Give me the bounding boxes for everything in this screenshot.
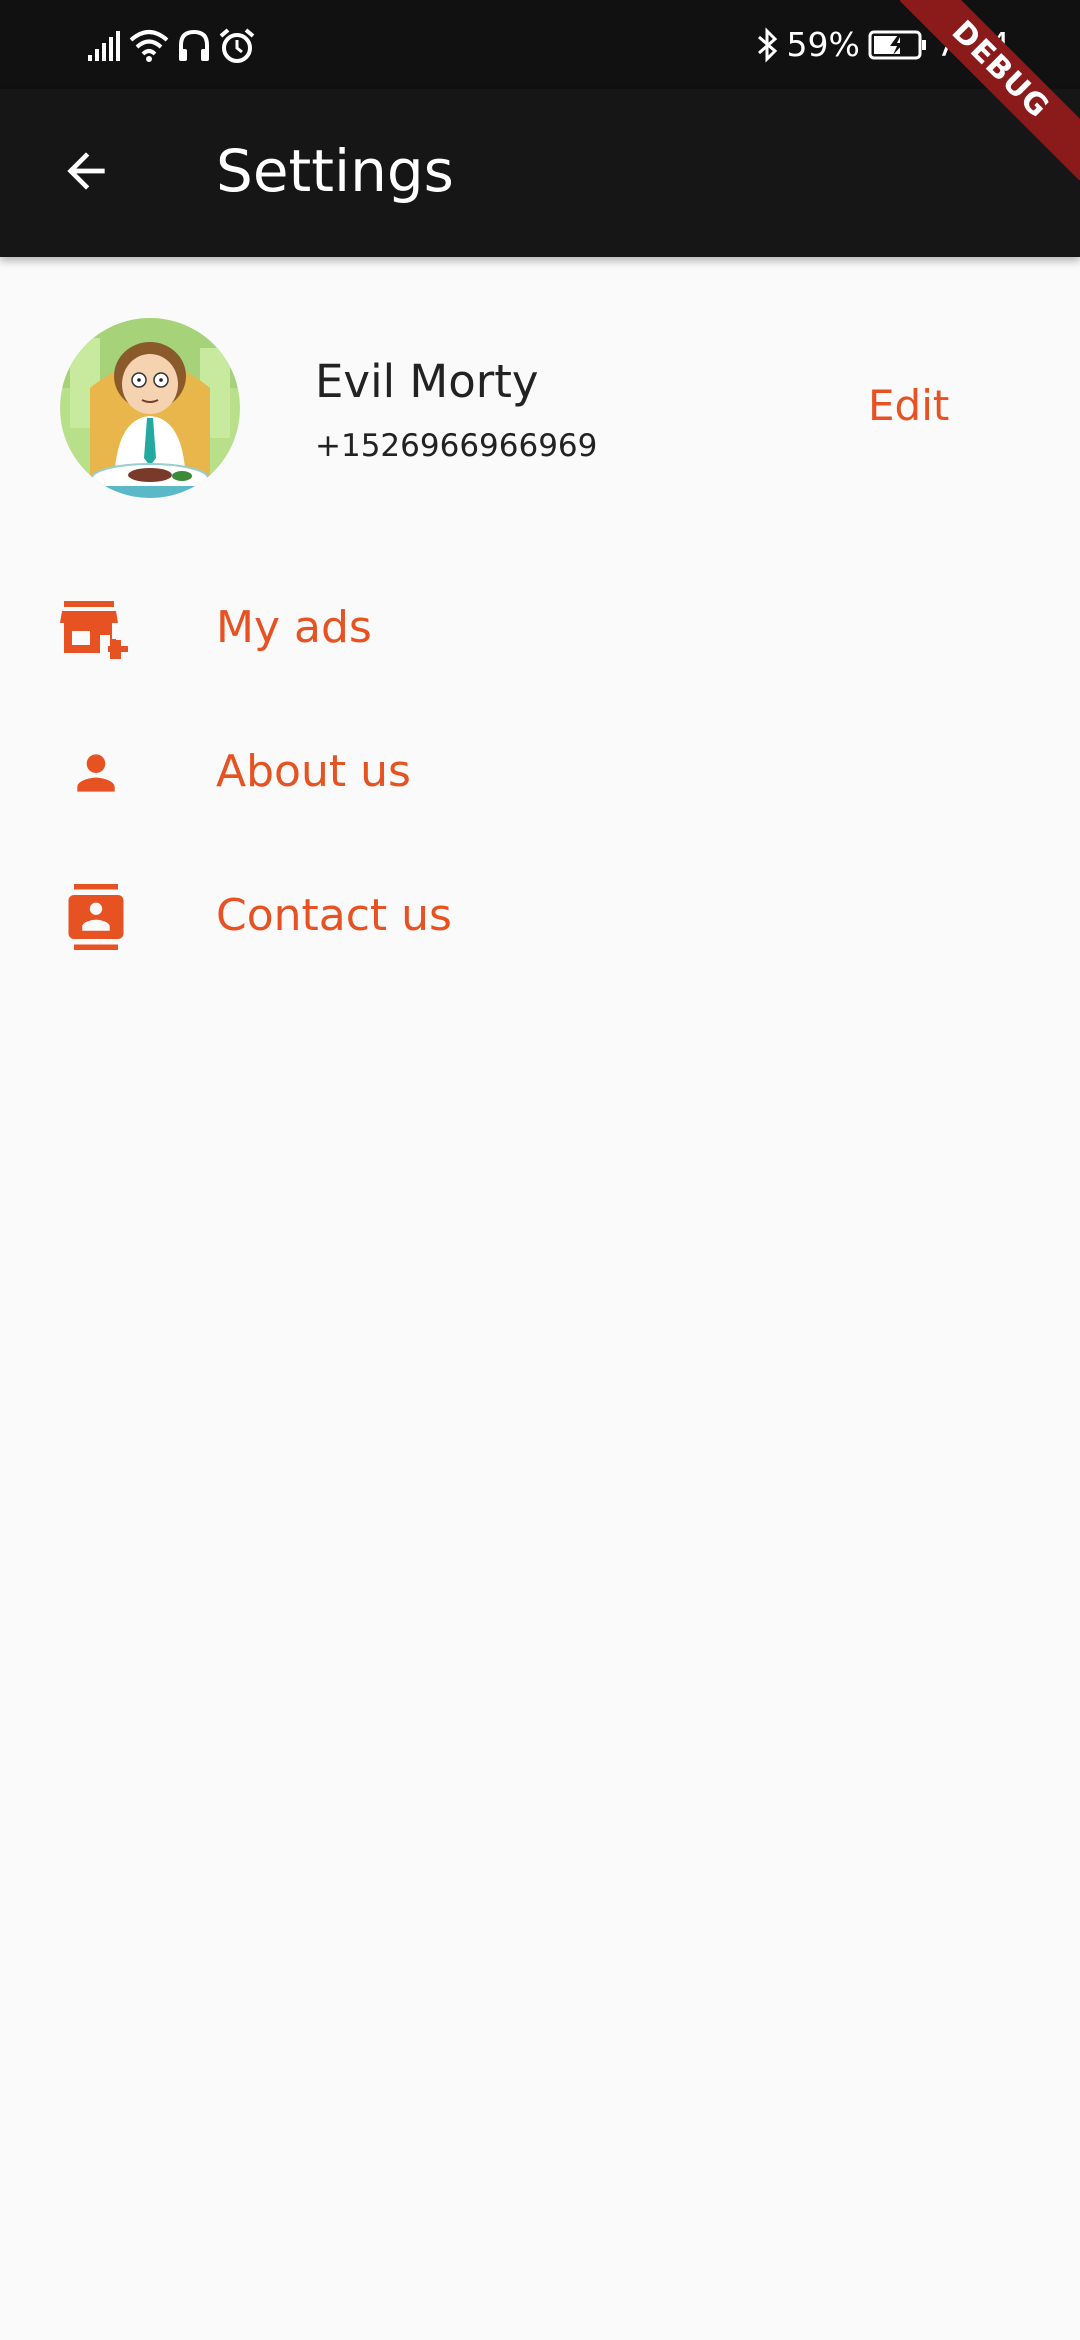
profile-phone: +1526966966969	[315, 428, 598, 464]
profile-name: Evil Morty	[315, 355, 539, 408]
clock: 7:54	[935, 25, 1010, 64]
alarm-icon	[219, 28, 255, 63]
wifi-icon	[129, 30, 169, 62]
contact-card-icon	[56, 882, 136, 952]
battery-percent: 59%	[786, 25, 860, 64]
menu-item-about-us[interactable]: About us	[0, 702, 1080, 842]
back-button[interactable]	[50, 135, 122, 207]
edit-profile-button[interactable]: Edit	[868, 376, 949, 436]
status-icons-right: 59% 7:54	[755, 22, 1010, 68]
menu-item-label: My ads	[216, 602, 372, 653]
signal-icon	[88, 31, 120, 61]
headphones-icon	[179, 29, 209, 61]
status-bar: 59% 7:54	[0, 0, 1080, 89]
store-add-icon	[56, 594, 136, 664]
bluetooth-icon	[757, 27, 777, 63]
page-title: Settings	[216, 137, 454, 205]
avatar[interactable]	[60, 318, 240, 498]
status-icons-left	[86, 26, 256, 66]
avatar-image	[60, 318, 240, 498]
menu-item-my-ads[interactable]: My ads	[0, 558, 1080, 698]
person-icon	[56, 738, 136, 808]
battery-charging-icon	[868, 30, 926, 60]
menu-item-label: Contact us	[216, 890, 452, 941]
profile-section: Evil Morty +1526966966969 Edit	[0, 300, 1080, 520]
arrow-back-icon	[67, 152, 105, 190]
menu-item-label: About us	[216, 746, 411, 797]
menu-item-contact-us[interactable]: Contact us	[0, 846, 1080, 986]
app-bar: Settings	[0, 89, 1080, 257]
